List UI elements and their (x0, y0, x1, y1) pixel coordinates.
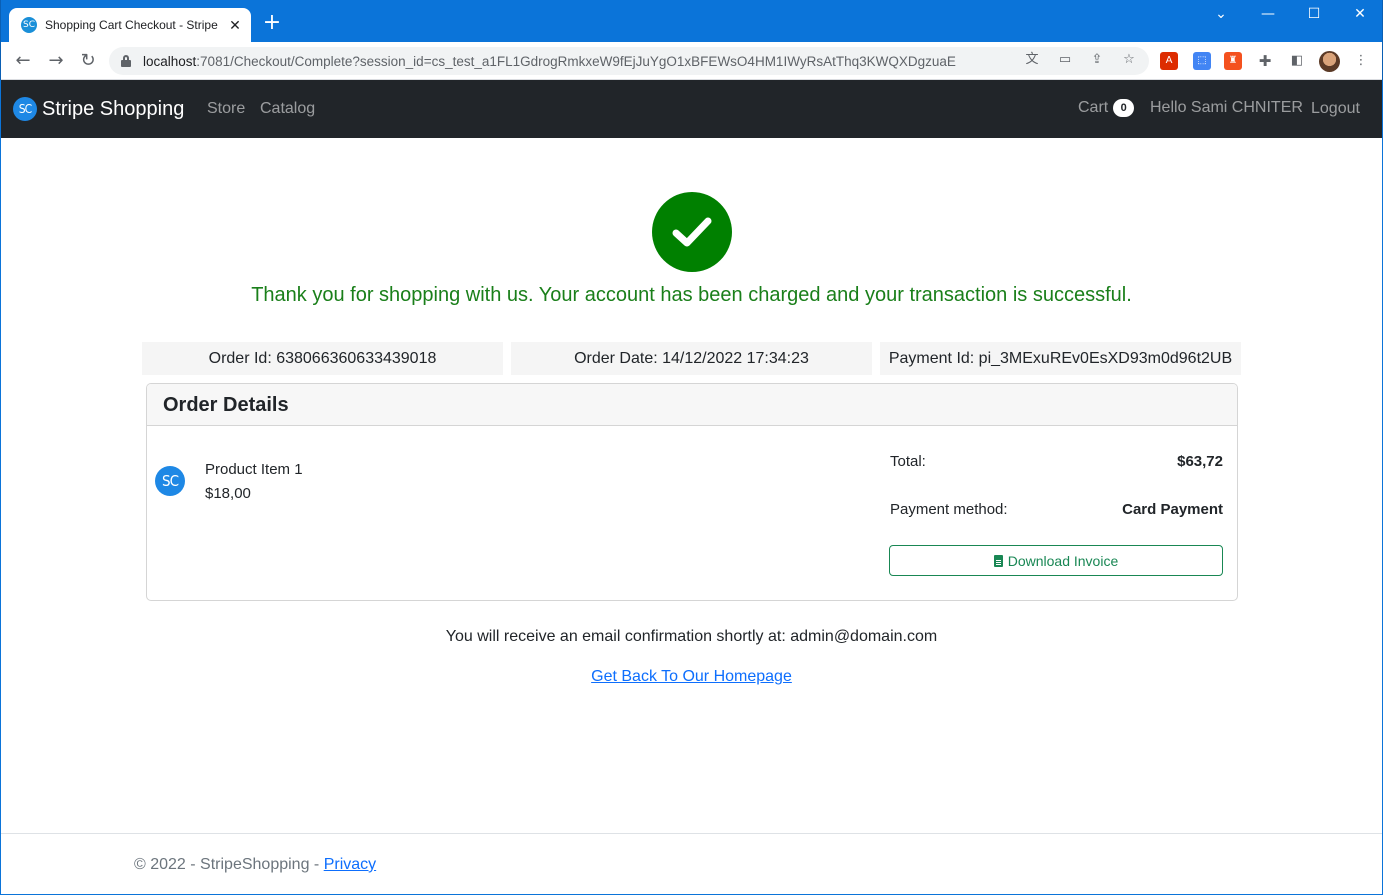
user-greeting[interactable]: Hello Sami CHNITER (1150, 99, 1303, 117)
order-id: Order Id: 638066360633439018 (142, 342, 503, 375)
menu-icon[interactable]: ⋮ (1353, 53, 1369, 69)
browser-tab[interactable]: SC Shopping Cart Checkout - Stripe ✕ (9, 8, 251, 42)
close-window-icon[interactable]: ✕ (1345, 6, 1375, 26)
tab-title: Shopping Cart Checkout - Stripe (45, 18, 218, 32)
star-icon[interactable]: ☆ (1121, 52, 1137, 68)
footer-text: © 2022 - StripeShopping - Privacy (134, 856, 376, 874)
payment-method-value: Card Payment (1122, 501, 1223, 518)
tab-favicon-icon: SC (21, 17, 37, 33)
minimize-icon[interactable]: — (1253, 6, 1283, 26)
brand-logo-icon: SC (13, 97, 37, 121)
total-label: Total: (890, 453, 926, 470)
app-navbar: SC Stripe Shopping Store Catalog Cart 0 H… (0, 80, 1383, 138)
window-border-left (0, 80, 1, 895)
success-message: Thank you for shopping with us. Your acc… (251, 284, 1132, 306)
file-icon (993, 554, 1003, 567)
order-date: Order Date: 14/12/2022 17:34:23 (511, 342, 872, 375)
footer: © 2022 - StripeShopping - Privacy (0, 833, 1383, 895)
brand-name: Stripe Shopping (42, 97, 185, 120)
extension-icon-2[interactable]: ♜ (1224, 52, 1242, 70)
order-details-card: Order Details SC Product Item 1 $18,00 T… (146, 383, 1238, 601)
lock-icon (121, 55, 131, 67)
browser-chrome: SC Shopping Cart Checkout - Stripe ✕ + ⌄… (0, 0, 1383, 80)
tab-close-icon[interactable]: ✕ (227, 17, 243, 34)
profile-avatar[interactable] (1319, 51, 1340, 72)
tab-strip: SC Shopping Cart Checkout - Stripe ✕ + ⌄… (1, 0, 1382, 42)
address-bar[interactable]: localhost:7081/Checkout/Complete?session… (109, 47, 1149, 75)
back-icon[interactable]: ← (12, 50, 34, 72)
product-name: Product Item 1 (205, 461, 303, 478)
cart-label: Cart (1078, 99, 1109, 116)
nav-link-store[interactable]: Store (207, 100, 245, 118)
product-logo-icon: SC (155, 466, 185, 496)
brand-link[interactable]: SC Stripe Shopping (13, 97, 184, 121)
email-confirmation-message: You will receive an email confirmation s… (445, 628, 938, 645)
success-check-icon (652, 192, 732, 272)
install-icon[interactable]: ▭ (1057, 52, 1073, 68)
url-text: localhost:7081/Checkout/Complete?session… (143, 53, 956, 69)
cart-link[interactable]: Cart 0 (1078, 99, 1135, 117)
order-details-header: Order Details (147, 384, 1237, 426)
product-price: $18,00 (205, 485, 251, 502)
total-value: $63,72 (1177, 453, 1223, 470)
tab-search-icon[interactable]: ⌄ (1206, 6, 1236, 26)
extension-icon[interactable]: ⬚ (1193, 52, 1211, 70)
download-invoice-button[interactable]: Download Invoice (889, 545, 1223, 576)
share-icon[interactable]: ⇪ (1089, 52, 1105, 68)
sidepanel-icon[interactable]: ◧ (1289, 53, 1305, 69)
download-invoice-label: Download Invoice (1007, 552, 1119, 569)
payment-method-label: Payment method: (890, 501, 1008, 518)
copyright: © 2022 - StripeShopping - (134, 856, 324, 873)
translate-icon[interactable]: 文 (1024, 52, 1040, 68)
forward-icon[interactable]: → (45, 50, 67, 72)
homepage-link-row: Get Back To Our Homepage (0, 668, 1383, 686)
puzzle-icon[interactable]: ✚ (1257, 53, 1273, 69)
homepage-link[interactable]: Get Back To Our Homepage (591, 668, 792, 685)
payment-id: Payment Id: pi_3MExuREv0EsXD93m0d96t2UB (880, 342, 1241, 375)
nav-link-catalog[interactable]: Catalog (260, 100, 315, 118)
logout-link[interactable]: Logout (1311, 100, 1360, 118)
angular-extension-icon[interactable]: A (1160, 52, 1178, 70)
new-tab-icon[interactable]: + (261, 12, 283, 34)
maximize-icon[interactable]: ☐ (1299, 6, 1329, 26)
browser-toolbar: ← → ↻ localhost:7081/Checkout/Complete?s… (1, 42, 1382, 80)
cart-count-badge: 0 (1113, 99, 1135, 117)
reload-icon[interactable]: ↻ (77, 50, 99, 72)
privacy-link[interactable]: Privacy (324, 856, 376, 873)
